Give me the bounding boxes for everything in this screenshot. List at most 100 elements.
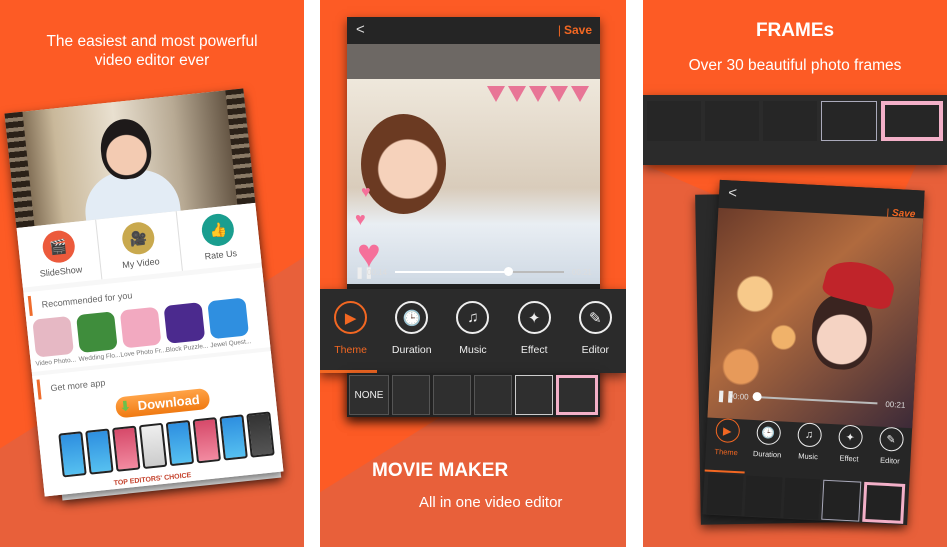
app-item[interactable]: Block Puzzle...	[163, 302, 209, 355]
seek-bar-knob[interactable]	[504, 267, 514, 276]
save-button[interactable]: | Save	[558, 23, 592, 37]
app-name: Love Photo Fr...	[120, 347, 167, 359]
frame-thumbnail[interactable]	[392, 375, 430, 415]
frame-thumbnail[interactable]	[474, 375, 512, 415]
app-thumbnail	[119, 306, 162, 349]
app-item[interactable]: Wedding Flo...	[76, 311, 121, 364]
seek-bar[interactable]	[752, 391, 878, 405]
tool-label: Theme	[334, 344, 367, 356]
tool-label: Editor	[581, 344, 610, 356]
phone-graphic	[246, 411, 275, 458]
app-name: Wedding Flo...	[78, 351, 121, 364]
edit-icon: ✎	[578, 301, 612, 334]
rate-us-tile[interactable]: 👍 Rate Us	[176, 203, 261, 271]
frame-thumbnail[interactable]	[433, 375, 471, 415]
phone-graphic	[58, 431, 87, 478]
phone-graphic	[85, 428, 114, 475]
seek-bar-knob[interactable]	[752, 391, 762, 402]
caption-line-2: video editor ever	[94, 52, 210, 69]
frame-thumbnail[interactable]	[705, 101, 759, 141]
frame-thumbnail[interactable]	[706, 473, 744, 516]
promo-panel-home: The easiest and most powerful video edit…	[0, 0, 304, 547]
tool-duration[interactable]: 🕒 Duration	[747, 420, 788, 474]
phones-illustration	[58, 411, 275, 478]
tool-theme[interactable]: ▶ Theme	[321, 301, 381, 373]
heart-sticker: ♥	[355, 209, 366, 229]
current-time: 00:00	[728, 391, 749, 402]
back-button[interactable]: <	[728, 184, 738, 201]
phone-graphic	[192, 417, 222, 464]
video-preview[interactable]: ♥ ♥ ♥ ❚❚ 00:14 00:21	[347, 44, 600, 284]
promo-panel-frames: FRAMEs Over 30 beautiful photo frames < …	[643, 0, 947, 547]
editor-toolbar: ▶ Theme 🕒 Duration ♫ Music ✦ Effect ✎ Editor	[704, 417, 912, 481]
edit-icon: ✎	[878, 426, 904, 452]
clock-icon: 🕒	[755, 420, 781, 446]
play-circle-icon: ▶	[334, 301, 368, 334]
tile-label: My Video	[121, 256, 161, 271]
magic-wand-icon: ✦	[517, 301, 551, 334]
tool-theme[interactable]: ▶ Theme	[706, 417, 747, 472]
tool-effect[interactable]: ✦ Effect	[504, 301, 564, 373]
pause-icon[interactable]: ❚❚	[716, 388, 735, 402]
promo-subtitle: Over 30 beautiful photo frames	[688, 57, 902, 74]
thumbs-up-icon: 👍	[200, 212, 236, 248]
frame-thumbnail[interactable]	[744, 475, 783, 518]
frame-thumbnail[interactable]	[515, 375, 553, 415]
theme-frames-strip	[706, 473, 906, 524]
music-note-icon: ♫	[796, 422, 822, 448]
app-name: Block Puzzle...	[165, 342, 209, 355]
frame-none[interactable]: NONE	[349, 375, 389, 415]
promo-subtitle: All in one video editor	[419, 494, 563, 511]
download-button[interactable]: ⬇ Download	[114, 387, 211, 419]
pause-icon[interactable]: ❚❚	[355, 266, 373, 279]
seek-bar[interactable]	[395, 267, 564, 276]
frame-thumbnail[interactable]	[647, 101, 701, 141]
app-thumbnail	[76, 311, 118, 354]
tile-label: Rate Us	[204, 248, 238, 262]
app-item[interactable]: Video Photo...	[32, 315, 76, 368]
frame-thumbnail[interactable]	[881, 101, 943, 141]
app-thumbnail	[32, 315, 75, 358]
my-video-tile[interactable]: 🎥 My Video	[96, 211, 183, 280]
play-circle-icon: ▶	[714, 417, 740, 444]
tool-music[interactable]: ♫ Music	[788, 422, 829, 476]
frame-thumbnail[interactable]	[821, 101, 877, 141]
tool-music[interactable]: ♫ Music	[443, 301, 503, 373]
app-thumbnail	[207, 297, 250, 340]
get-more-app-section: Get more app ⬇ Download TOP EDITORS' CHO…	[32, 351, 284, 497]
frames-editor-screen: < | Save ❚❚ 00:00 00:21 ▶ Theme 🕒 Duration …	[702, 179, 925, 526]
frame-thumbnail[interactable]	[763, 101, 817, 141]
frames-showcase-strip	[643, 95, 947, 165]
frame-thumbnail[interactable]	[556, 375, 598, 415]
phone-graphic	[165, 419, 195, 467]
frame-thumbnail[interactable]	[861, 481, 906, 524]
tool-label: Editor	[879, 455, 900, 466]
phone-graphic	[138, 422, 168, 470]
heart-sticker: ♥	[361, 184, 371, 201]
tool-duration[interactable]: 🕒 Duration	[382, 301, 442, 373]
tool-label: Music	[459, 344, 487, 356]
clapperboard-icon: 🎬	[40, 229, 76, 265]
frame-thumbnail[interactable]	[783, 477, 821, 520]
save-label: Save	[563, 23, 592, 37]
tool-label: Music	[798, 451, 819, 462]
total-time: 00:21	[885, 399, 906, 410]
editor-top-bar: < | Save	[347, 17, 600, 44]
app-item[interactable]: Love Photo Fr...	[119, 306, 167, 359]
music-note-icon: ♫	[456, 301, 490, 334]
tool-effect[interactable]: ✦ Effect	[829, 424, 870, 478]
app-thumbnail	[163, 302, 206, 344]
editor-toolbar: ▶ Theme 🕒 Duration ♫ Music ✦ Effect ✎ Ed…	[320, 289, 626, 373]
promo-title: MOVIE MAKER	[372, 460, 509, 481]
tool-editor[interactable]: ✎ Editor	[870, 426, 911, 480]
download-arrow-icon: ⬇	[119, 398, 132, 415]
slideshow-tile[interactable]: 🎬 SlideShow	[16, 219, 103, 288]
seek-bar-fill	[395, 271, 509, 273]
tool-editor[interactable]: ✎ Editor	[565, 301, 625, 373]
total-time: 00:21	[571, 267, 592, 277]
download-label: Download	[137, 391, 201, 414]
app-item[interactable]: Jewel Quest...	[207, 297, 252, 349]
frame-thumbnail[interactable]	[821, 479, 861, 522]
tool-label: Duration	[391, 344, 432, 356]
back-button[interactable]: <	[356, 21, 365, 38]
